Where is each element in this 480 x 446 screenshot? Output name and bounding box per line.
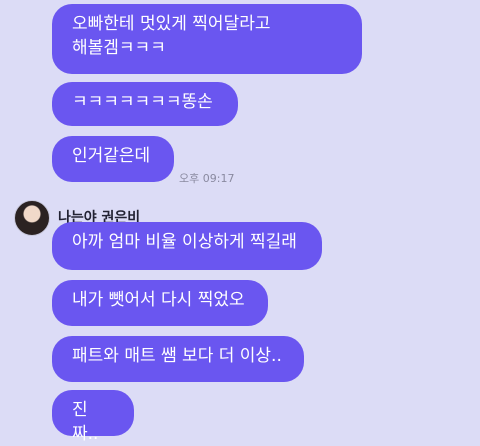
message-bubble[interactable]: 내가 뺏어서 다시 찍었오 [52,280,268,326]
message-bubble[interactable]: 아까 엄마 비율 이상하게 찍길래 [52,222,322,270]
message-bubble[interactable]: 오빠한테 멋있게 찍어달라고 해볼겜ㅋㅋㅋ [52,4,362,74]
message-bubble[interactable]: 진짜.. [52,390,134,444]
message-bubble[interactable]: ㅋㅋㅋㅋㅋㅋㅋ똥손 [52,82,238,126]
avatar[interactable] [14,200,50,236]
message-timestamp: 오후 09:17 [179,172,235,185]
message-bubble[interactable]: 인거같은데 [52,136,174,182]
message-bubble[interactable]: 패트와 매트 쌤 보다 더 이상.. [52,336,304,382]
chat-window: 오빠한테 멋있게 찍어달라고 해볼겜ㅋㅋㅋ ㅋㅋㅋㅋㅋㅋㅋ똥손 인거같은데 오후… [0,0,480,444]
